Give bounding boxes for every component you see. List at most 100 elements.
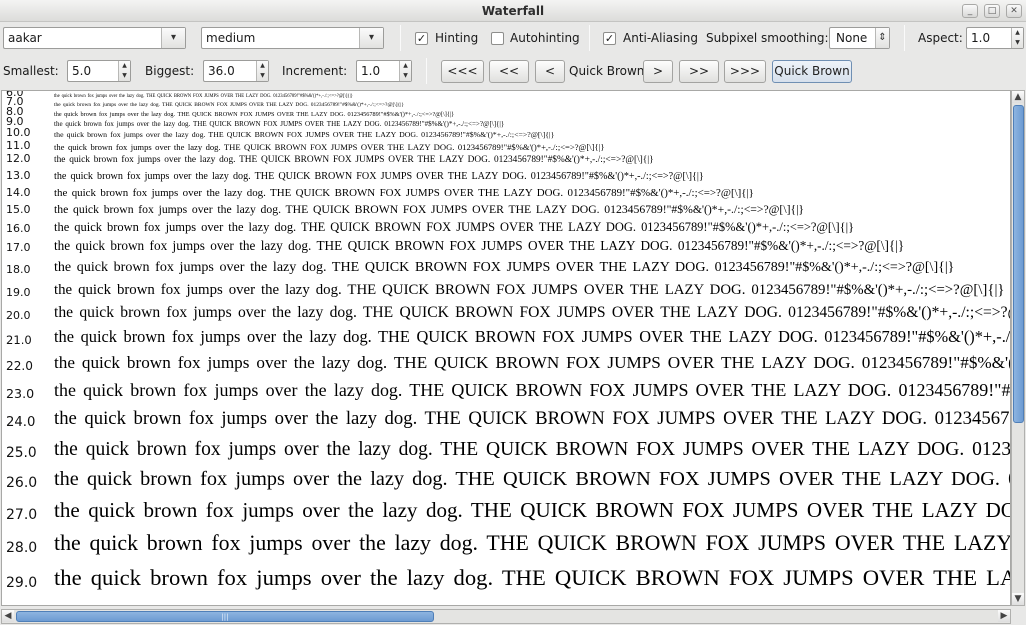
- increment-spinner[interactable]: 1.0 ▲ ▼: [356, 60, 412, 82]
- row-size-label: 20.0: [6, 309, 31, 322]
- vertical-scrollbar[interactable]: ▲ ▼: [1011, 90, 1025, 606]
- last-page-button[interactable]: >>>: [724, 60, 766, 83]
- font-family-combo[interactable]: aakar ▾: [3, 27, 186, 49]
- row-size-label: 26.0: [6, 475, 38, 491]
- preview-label: Quick Brown: [569, 64, 645, 78]
- row-size-label: 29.0: [6, 575, 38, 591]
- row-sample-text: the quick brown fox jumps over the lazy …: [54, 259, 955, 275]
- chevron-down-icon[interactable]: ▾: [161, 28, 185, 48]
- row-sample-text: the quick brown fox jumps over the lazy …: [54, 327, 1011, 346]
- row-sample-text: the quick brown fox jumps over the lazy …: [54, 203, 805, 216]
- vertical-scroll-thumb[interactable]: [1013, 105, 1024, 423]
- minimize-icon[interactable]: _: [962, 4, 978, 18]
- waterfall-row: 6.0 the quick brown fox jumps over the la…: [2, 91, 1010, 99]
- row-size-label: 15.0: [6, 203, 31, 216]
- next-button[interactable]: >: [643, 60, 673, 83]
- waterfall-row: 23.0 the quick brown fox jumps over the l…: [2, 373, 1010, 401]
- prev-button[interactable]: <: [535, 60, 565, 83]
- horizontal-scroll-thumb[interactable]: |||: [16, 611, 434, 622]
- smallest-label: Smallest:: [3, 64, 59, 78]
- increment-value: 1.0: [361, 64, 381, 78]
- scroll-up-icon[interactable]: ▲: [1012, 91, 1024, 103]
- toolbar-separator: [426, 58, 427, 84]
- biggest-value: 36.0: [208, 64, 235, 78]
- font-toolbar: aakar ▾ medium ▾ ✓ Hinting Autohinting ✓…: [0, 24, 1026, 54]
- aspect-spinner[interactable]: 1.0 ▲ ▼: [966, 27, 1024, 49]
- spin-arrows-icon[interactable]: ▲ ▼: [256, 61, 268, 81]
- prev-big-button[interactable]: <<: [489, 60, 529, 83]
- antialiasing-checkbox[interactable]: ✓: [603, 32, 616, 45]
- waterfall-row: 25.0 the quick brown fox jumps over the l…: [2, 431, 1010, 461]
- waterfall-row: 16.0 the quick brown fox jumps over the l…: [2, 216, 1010, 235]
- row-sample-text: the quick brown fox jumps over the lazy …: [54, 94, 353, 99]
- checkmark-icon: ✓: [604, 32, 615, 45]
- close-icon[interactable]: ✕: [1006, 4, 1022, 18]
- row-size-label: 13.0: [6, 169, 31, 182]
- smallest-value: 5.0: [72, 64, 92, 78]
- window-title: Waterfall: [481, 4, 545, 18]
- row-sample-text: the quick brown fox jumps over the lazy …: [54, 468, 1010, 490]
- checkmark-icon: ✓: [416, 32, 427, 45]
- row-size-label: 24.0: [6, 415, 36, 430]
- scroll-left-icon[interactable]: ◀: [2, 610, 14, 622]
- waterfall-row: 28.0 the quick brown fox jumps over the l…: [2, 522, 1010, 556]
- waterfall-row: 21.0 the quick brown fox jumps over the l…: [2, 322, 1010, 347]
- waterfall-row: 20.0 the quick brown fox jumps over the l…: [2, 298, 1010, 322]
- row-size-label: 27.0: [6, 507, 38, 523]
- row-sample-text: the quick brown fox jumps over the lazy …: [54, 439, 1011, 460]
- spin-arrows-icon[interactable]: ▲ ▼: [1011, 28, 1023, 48]
- scroll-right-icon[interactable]: ▶: [998, 610, 1010, 622]
- waterfall-row: 22.0 the quick brown fox jumps over the l…: [2, 347, 1010, 373]
- biggest-label: Biggest:: [145, 64, 195, 78]
- subpixel-select[interactable]: None ⇕: [829, 27, 890, 49]
- font-style-value: medium: [206, 31, 256, 45]
- autohinting-label: Autohinting: [510, 31, 580, 45]
- toolbar-separator: [904, 25, 905, 51]
- scroll-down-icon[interactable]: ▼: [1012, 593, 1024, 605]
- row-sample-text: the quick brown fox jumps over the lazy …: [54, 565, 1010, 590]
- size-toolbar: Smallest: 5.0 ▲ ▼ Biggest: 36.0 ▲ ▼ Increm…: [0, 57, 1026, 87]
- row-sample-text: the quick brown fox jumps over the lazy …: [54, 220, 855, 234]
- next-big-button[interactable]: >>: [679, 60, 719, 83]
- quick-brown-preset-button[interactable]: Quick Brown: [772, 60, 852, 83]
- waterfall-view[interactable]: 6.0 the quick brown fox jumps over the la…: [1, 90, 1011, 606]
- waterfall-row: 7.0 the quick brown fox jumps over the la…: [2, 95, 1010, 108]
- waterfall-row: 12.0 the quick brown fox jumps over the l…: [2, 151, 1010, 165]
- waterfall-row: 13.0 the quick brown fox jumps over the l…: [2, 166, 1010, 182]
- row-sample-text: the quick brown fox jumps over the lazy …: [54, 380, 1011, 400]
- smallest-spinner[interactable]: 5.0 ▲ ▼: [67, 60, 131, 82]
- horizontal-scrollbar[interactable]: ◀ ||| ▶: [1, 609, 1011, 624]
- row-sample-text: the quick brown fox jumps over the lazy …: [54, 408, 1011, 429]
- waterfall-row: 19.0 the quick brown fox jumps over the l…: [2, 276, 1010, 299]
- toolbar-separator: [589, 25, 590, 51]
- spin-arrows-icon[interactable]: ▲ ▼: [118, 61, 130, 81]
- waterfall-row: 18.0 the quick brown fox jumps over the l…: [2, 254, 1010, 276]
- biggest-spinner[interactable]: 36.0 ▲ ▼: [203, 60, 269, 82]
- updown-icon[interactable]: ⇕: [875, 28, 889, 48]
- waterfall-row: 10.0 the quick brown fox jumps over the l…: [2, 126, 1010, 139]
- hinting-checkbox[interactable]: ✓: [415, 32, 428, 45]
- toolbar-separator: [400, 25, 401, 51]
- waterfall-row: 26.0 the quick brown fox jumps over the l…: [2, 460, 1010, 491]
- title-bar: Waterfall _ □ ✕: [0, 0, 1026, 22]
- waterfall-row: 24.0 the quick brown fox jumps over the l…: [2, 401, 1010, 430]
- waterfall-row: 27.0 the quick brown fox jumps over the l…: [2, 491, 1010, 523]
- row-size-label: 28.0: [6, 540, 38, 556]
- row-sample-text: the quick brown fox jumps over the lazy …: [54, 498, 1010, 522]
- waterfall-row: 14.0 the quick brown fox jumps over the l…: [2, 182, 1010, 199]
- antialiasing-label: Anti-Aliasing: [623, 31, 698, 45]
- first-page-button[interactable]: <<<: [441, 60, 484, 83]
- row-size-label: 21.0: [6, 333, 32, 347]
- row-sample-text: the quick brown fox jumps over the lazy …: [54, 155, 654, 165]
- autohinting-checkbox[interactable]: [491, 32, 504, 45]
- row-size-label: 10.0: [6, 126, 31, 139]
- row-size-label: 22.0: [6, 359, 33, 373]
- spin-arrows-icon[interactable]: ▲ ▼: [399, 61, 411, 81]
- row-size-label: 17.0: [6, 241, 31, 254]
- font-style-combo[interactable]: medium ▾: [201, 27, 384, 49]
- maximize-icon[interactable]: □: [984, 4, 1000, 18]
- chevron-down-icon[interactable]: ▾: [359, 28, 383, 48]
- row-sample-text: the quick brown fox jumps over the lazy …: [54, 238, 905, 253]
- row-sample-text: the quick brown fox jumps over the lazy …: [54, 171, 704, 182]
- row-sample-text: the quick brown fox jumps over the lazy …: [54, 353, 1011, 372]
